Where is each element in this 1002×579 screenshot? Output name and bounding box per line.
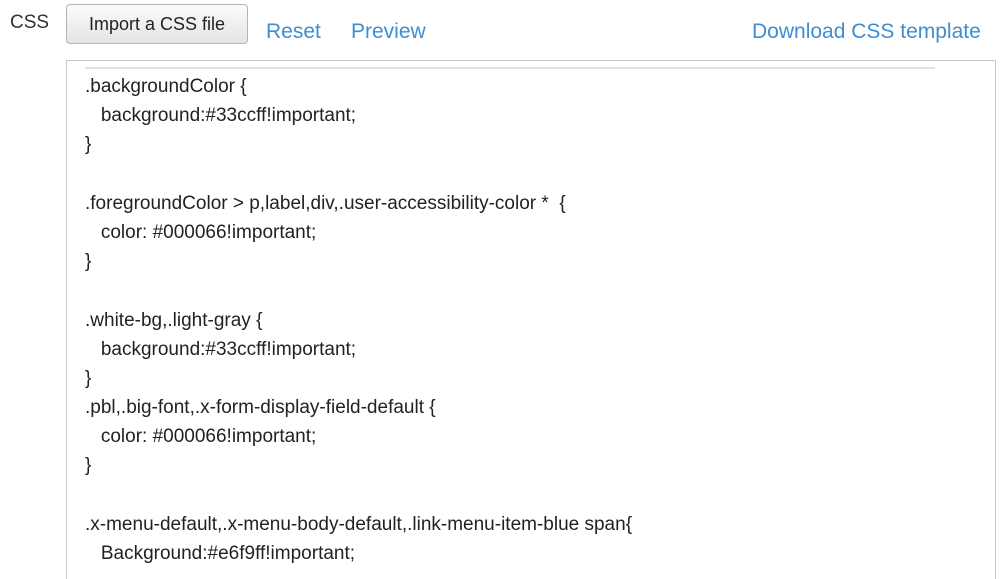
code-line: } xyxy=(85,251,92,273)
code-line: } xyxy=(85,134,92,156)
reset-link[interactable]: Reset xyxy=(266,20,321,44)
code-line: .white-bg,.light-gray { xyxy=(85,309,263,331)
css-code-textarea[interactable]: .backgroundColor { background:#33ccff!im… xyxy=(66,60,996,579)
code-line: color: #000066!important; xyxy=(85,426,317,448)
css-editor-panel: CSS Import a CSS file Reset Preview Down… xyxy=(0,0,1002,579)
editor-top-rule xyxy=(85,67,935,69)
download-css-template-link[interactable]: Download CSS template xyxy=(752,20,981,44)
code-line: background:#33ccff!important; xyxy=(85,105,357,127)
code-line: } xyxy=(85,367,92,389)
code-line: Background:#e6f9ff!important; xyxy=(85,543,356,564)
preview-link[interactable]: Preview xyxy=(351,20,426,44)
code-line: .foregroundColor > p,label,div,.user-acc… xyxy=(85,192,566,214)
code-line: } xyxy=(85,455,92,477)
css-code: .backgroundColor { background:#33ccff!im… xyxy=(85,72,632,568)
code-line: background:#33ccff!important; xyxy=(85,338,357,360)
code-line: .x-menu-default,.x-menu-body-default,.li… xyxy=(85,513,633,535)
code-line: .pbl,.big-font,.x-form-display-field-def… xyxy=(85,397,436,419)
import-css-file-button[interactable]: Import a CSS file xyxy=(66,4,248,44)
code-line: color: #000066!important; xyxy=(85,221,317,243)
css-label: CSS xyxy=(10,12,50,33)
code-line: .backgroundColor { xyxy=(85,76,247,97)
